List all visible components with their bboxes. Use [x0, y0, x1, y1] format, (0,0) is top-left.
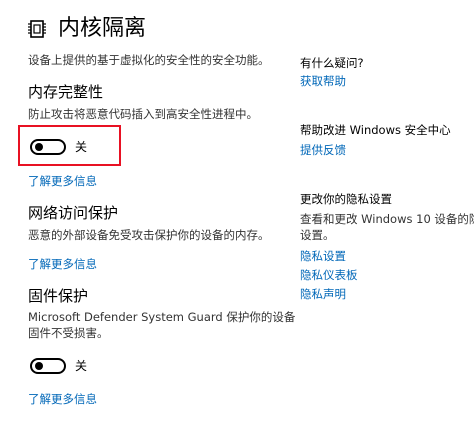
network-protection-title: 网络访问保护 — [28, 204, 119, 222]
firmware-protection-toggle[interactable] — [30, 357, 66, 374]
memory-integrity-toggle-group[interactable]: 关 — [30, 138, 87, 155]
feedback-title: 帮助改进 Windows 安全中心 — [300, 123, 451, 137]
memory-integrity-learn-more-link[interactable]: 了解更多信息 — [28, 173, 97, 189]
get-help-link[interactable]: 获取帮助 — [300, 73, 346, 89]
page-title: 内核隔离 — [58, 16, 147, 41]
memory-integrity-description: 防止攻击将恶意代码插入到高安全性进程中。 — [28, 107, 258, 121]
privacy-description-line1: 查看和更改 Windows 10 设备的隐私 — [300, 212, 474, 226]
network-protection-learn-more-link[interactable]: 了解更多信息 — [28, 256, 97, 272]
firmware-protection-title: 固件保护 — [28, 287, 89, 305]
privacy-description-line2: 设置。 — [300, 228, 335, 242]
memory-integrity-toggle-label: 关 — [75, 140, 88, 154]
network-protection-description: 恶意的外部设备免受攻击保护你的设备的内存。 — [28, 228, 270, 242]
toggle-knob — [35, 142, 43, 151]
chip-icon — [28, 19, 46, 39]
memory-integrity-toggle[interactable] — [30, 138, 66, 155]
firmware-protection-learn-more-link[interactable]: 了解更多信息 — [28, 391, 97, 407]
firmware-protection-toggle-label: 关 — [75, 359, 88, 373]
toggle-knob — [35, 361, 43, 370]
firmware-protection-description-line1: Microsoft Defender System Guard 保护你的设备 — [28, 310, 296, 324]
help-title: 有什么疑问? — [300, 56, 364, 70]
memory-integrity-title: 内存完整性 — [28, 83, 104, 101]
privacy-settings-link[interactable]: 隐私设置 — [300, 248, 346, 264]
page-header: 内核隔离 — [28, 15, 146, 43]
privacy-dashboard-link[interactable]: 隐私仪表板 — [300, 267, 358, 283]
privacy-title: 更改你的隐私设置 — [300, 192, 392, 206]
privacy-statement-link[interactable]: 隐私声明 — [300, 286, 346, 302]
firmware-protection-toggle-group[interactable]: 关 — [30, 357, 87, 374]
intro-text: 设备上提供的基于虚拟化的安全性的安全功能。 — [28, 53, 270, 67]
give-feedback-link[interactable]: 提供反馈 — [300, 142, 346, 158]
firmware-protection-description-line2: 固件不受损害。 — [28, 326, 109, 340]
